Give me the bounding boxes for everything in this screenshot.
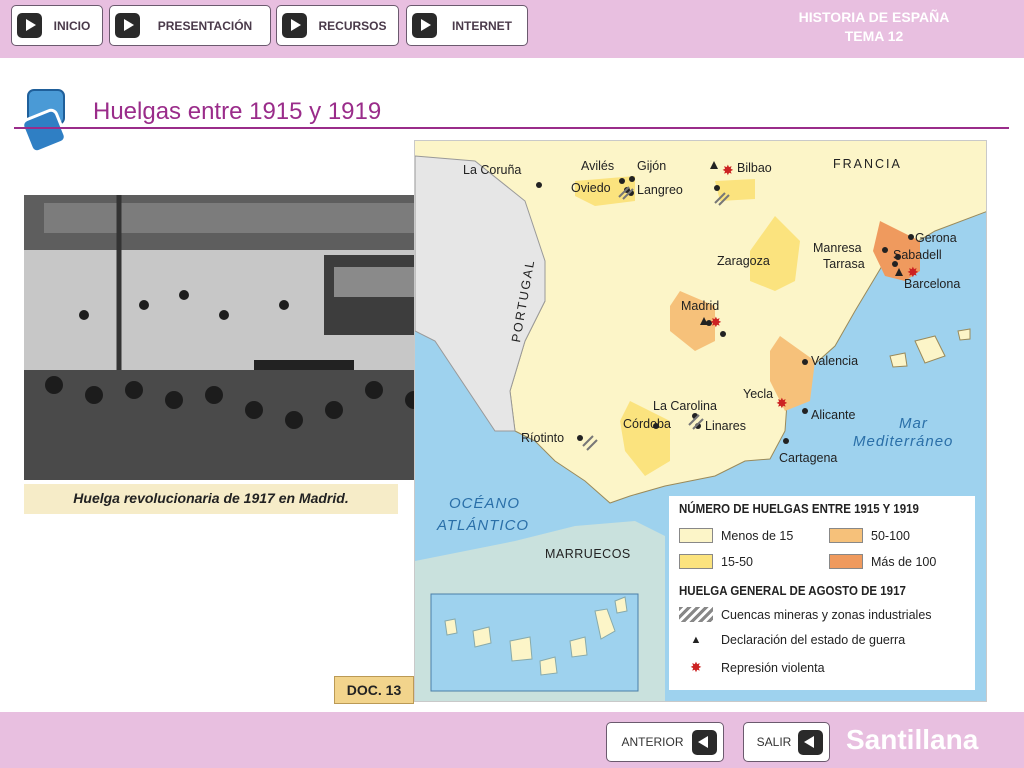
map-label-riotinto: Ríotinto xyxy=(521,431,565,445)
inicio-label: INICIO xyxy=(53,18,91,33)
page-title: Huelgas entre 1915 y 1919 xyxy=(93,98,382,125)
map-label-marruecos: MARRUECOS xyxy=(545,547,631,561)
map-label-la-coruna: La Coruña xyxy=(463,163,522,177)
hatch-icon xyxy=(679,607,713,622)
map-label-oviedo: Oviedo xyxy=(571,181,611,195)
triangle-icon: ▲ xyxy=(690,634,702,646)
recursos-label: RECURSOS xyxy=(318,18,387,33)
legend-item-declaracion: ▲ Declaración del estado de guerra xyxy=(679,633,906,647)
legend-swatch xyxy=(679,554,713,569)
legend-item-mas100: Más de 100 xyxy=(829,554,936,569)
back-arrow-icon xyxy=(692,729,717,755)
svg-text:✸: ✸ xyxy=(776,395,788,411)
map-label-mar: Mar xyxy=(899,415,928,432)
map-label-yecla: Yecla xyxy=(743,387,774,401)
map-label-alicante: Alicante xyxy=(811,408,856,422)
inicio-button[interactable]: INICIO xyxy=(11,5,103,46)
map-label-gijon: Gijón xyxy=(637,159,667,173)
play-arrow-icon xyxy=(115,13,140,38)
historical-photo xyxy=(24,195,466,480)
legend-label: Declaración del estado de guerra xyxy=(721,633,906,647)
svg-text:✸: ✸ xyxy=(710,314,722,330)
map-label-mediterraneo: Mediterráneo xyxy=(853,433,954,450)
salir-label: SALIR xyxy=(756,735,792,749)
legend-item-cuencas: Cuencas mineras y zonas industriales xyxy=(679,607,932,622)
play-arrow-icon xyxy=(412,13,437,38)
map-label-cartagena: Cartagena xyxy=(779,451,838,465)
strikes-map: ✸ ✸ ✸ ✸ La Coruña Avilés Gijón Oviedo Langr… xyxy=(414,140,987,702)
legend-label: 15-50 xyxy=(721,554,753,569)
brand-logo: Santillana xyxy=(846,724,979,755)
legend-item-50-100: 50-100 xyxy=(829,528,910,543)
legend-title-general-strike: HUELGA GENERAL DE AGOSTO DE 1917 xyxy=(679,584,906,598)
map-label-madrid: Madrid xyxy=(681,299,720,313)
presentacion-button[interactable]: PRESENTACIÓN xyxy=(109,5,271,46)
salir-button[interactable]: SALIR xyxy=(743,722,830,762)
anterior-label: ANTERIOR xyxy=(621,735,684,749)
map-label-oceano: OCÉANO xyxy=(449,495,521,512)
header-title: HISTORIA DE ESPAÑA TEMA 12 xyxy=(764,8,984,46)
back-arrow-icon xyxy=(798,729,823,755)
map-label-langreo: Langreo xyxy=(637,183,683,197)
map-label-bilbao: Bilbao xyxy=(737,161,772,175)
header-line1: HISTORIA DE ESPAÑA xyxy=(798,9,950,25)
photo-caption: Huelga revolucionaria de 1917 en Madrid. xyxy=(24,484,398,514)
legend-label: 50-100 xyxy=(871,528,910,543)
title-divider xyxy=(14,127,1009,129)
legend-swatch xyxy=(829,554,863,569)
legend-label: Más de 100 xyxy=(871,554,937,569)
play-arrow-icon xyxy=(282,13,307,38)
play-arrow-icon xyxy=(17,13,42,38)
header-line2: TEMA 12 xyxy=(844,28,904,44)
legend-label: Represión violenta xyxy=(721,660,825,675)
map-label-sabadell: Sabadell xyxy=(893,248,942,262)
legend-swatch xyxy=(679,528,713,543)
anterior-button[interactable]: ANTERIOR xyxy=(606,722,724,762)
map-legend: NÚMERO DE HUELGAS ENTRE 1915 Y 1919 Meno… xyxy=(669,496,975,690)
legend-title-strikes: NÚMERO DE HUELGAS ENTRE 1915 Y 1919 xyxy=(679,502,919,516)
legend-swatch xyxy=(829,528,863,543)
map-label-francia: FRANCIA xyxy=(833,157,902,171)
map-label-linares: Linares xyxy=(705,419,746,433)
legend-label: Cuencas mineras y zonas industriales xyxy=(721,607,932,622)
map-label-atlantico: ATLÁNTICO xyxy=(437,517,530,534)
legend-item-menos15: Menos de 15 xyxy=(679,528,793,543)
internet-button[interactable]: INTERNET xyxy=(406,5,528,46)
starburst-icon: ✸ xyxy=(690,659,702,675)
legend-item-represion: ✸ Represión violenta xyxy=(679,659,825,676)
map-label-valencia: Valencia xyxy=(811,354,859,368)
map-label-barcelona: Barcelona xyxy=(904,277,961,291)
svg-text:✸: ✸ xyxy=(722,162,734,178)
legend-label: Menos de 15 xyxy=(721,528,794,543)
internet-label: INTERNET xyxy=(452,18,512,33)
legend-item-15-50: 15-50 xyxy=(679,554,753,569)
map-label-cordoba: Córdoba xyxy=(623,417,671,431)
map-label-la-carolina: La Carolina xyxy=(653,399,717,413)
map-label-zaragoza: Zaragoza xyxy=(717,254,770,268)
title-squares-icon xyxy=(22,89,67,154)
map-label-manresa: Manresa xyxy=(813,241,862,255)
presentacion-label: PRESENTACIÓN xyxy=(157,18,253,33)
map-label-aviles: Avilés xyxy=(581,159,615,173)
map-label-gerona: Gerona xyxy=(915,231,957,245)
doc-label: DOC. 13 xyxy=(334,676,414,704)
recursos-button[interactable]: RECURSOS xyxy=(276,5,399,46)
map-label-tarrasa: Tarrasa xyxy=(823,257,865,271)
